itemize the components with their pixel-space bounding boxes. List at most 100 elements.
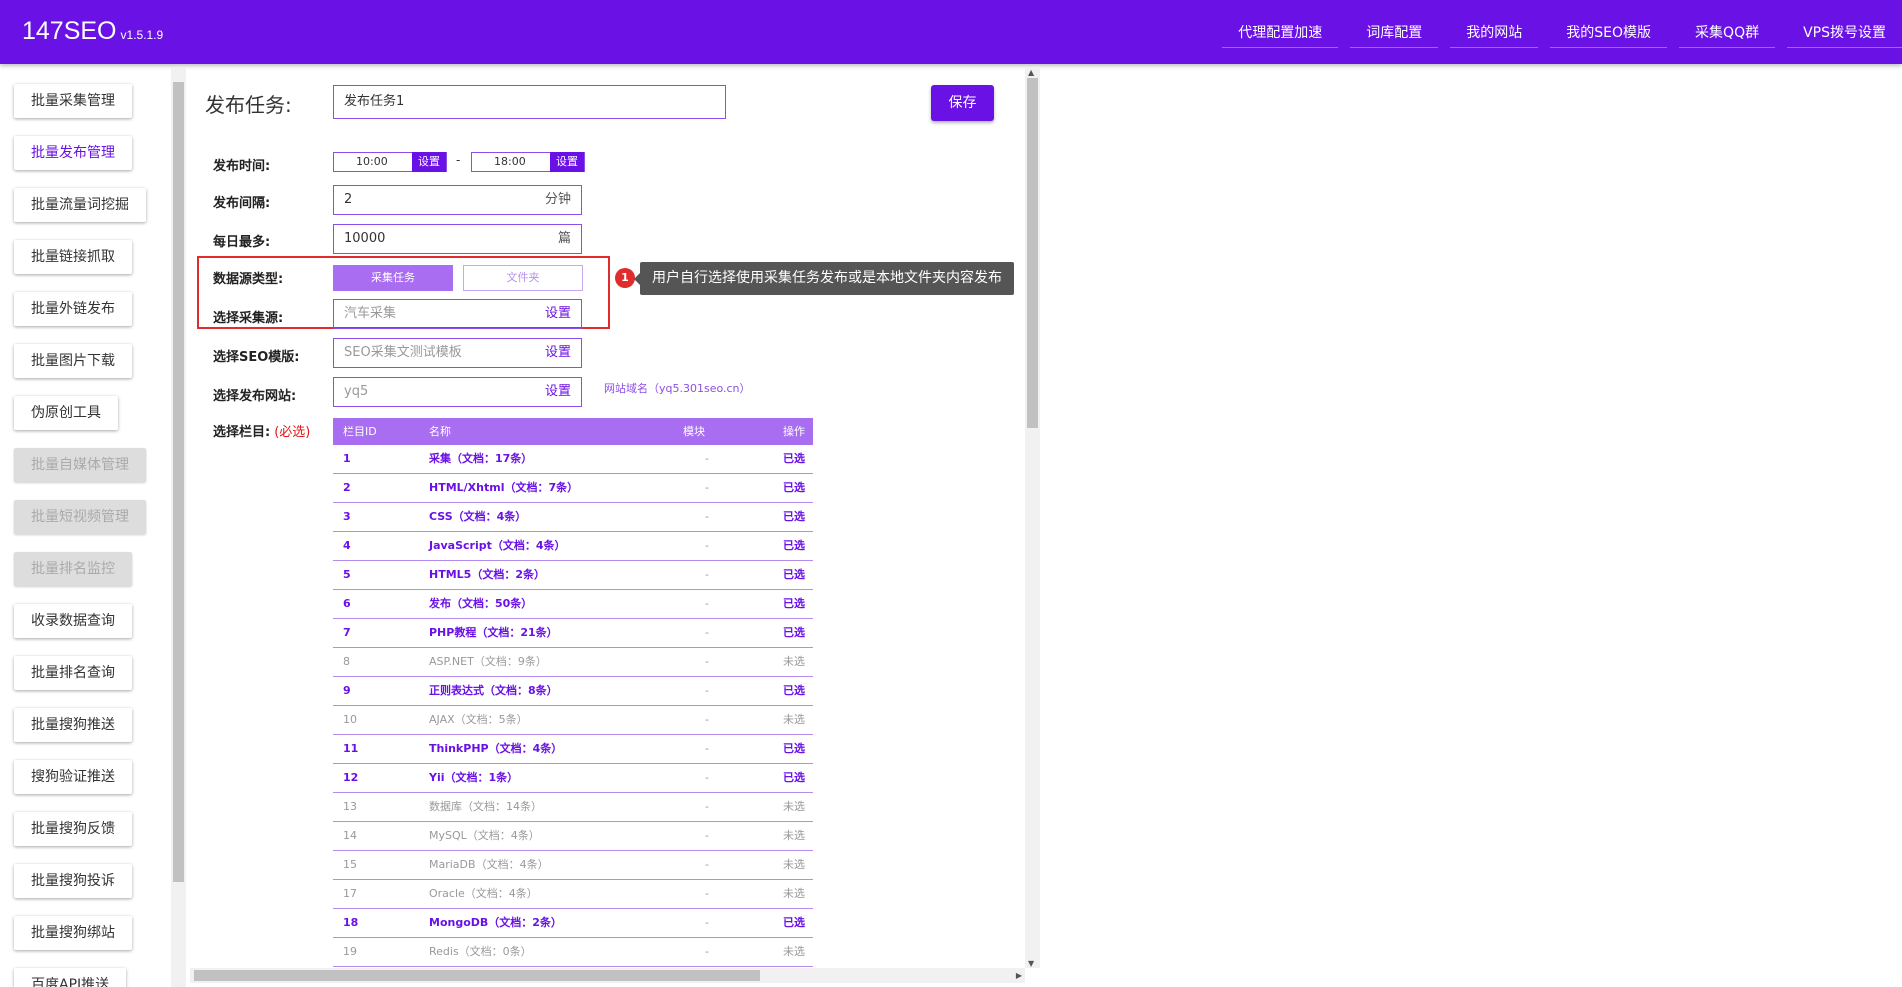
sidebar-item-batch-publish[interactable]: 批量发布管理 xyxy=(14,136,132,170)
collect-source-label: 选择采集源: xyxy=(213,311,284,326)
table-row[interactable]: 2 HTML/Xhtml（文档：7条） - 已选 xyxy=(333,474,813,503)
nav-collect-qq-group[interactable]: 采集QQ群 xyxy=(1679,17,1776,48)
sidebar-item-rank-query[interactable]: 批量排名查询 xyxy=(14,656,132,690)
sidebar-item-traffic-keywords[interactable]: 批量流量词挖掘 xyxy=(14,188,146,222)
row-action[interactable]: 已选 xyxy=(783,474,805,502)
interval-input[interactable]: 2 分钟 xyxy=(333,185,582,215)
seo-template-label: 选择SEO模版: xyxy=(213,350,300,365)
site-domain-link[interactable]: 网站域名（yq5.301seo.cn） xyxy=(604,380,751,396)
row-name: HTML/Xhtml（文档：7条） xyxy=(429,481,579,494)
row-name: MariaDB（文档：4条） xyxy=(429,858,549,871)
table-body: 1 采集（文档：17条） - 已选 2 HTML/Xhtml（文档：7条） - 已选 3 CSS（… xyxy=(333,445,813,967)
row-action[interactable]: 未选 xyxy=(783,822,805,850)
row-action[interactable]: 未选 xyxy=(783,648,805,676)
sidebar-item-sogou-feedback[interactable]: 批量搜狗反馈 xyxy=(14,812,132,846)
task-name-input[interactable]: 发布任务1 xyxy=(333,85,726,119)
row-action[interactable]: 未选 xyxy=(783,706,805,734)
table-row[interactable]: 18 MongoDB（文档：2条） - 已选 xyxy=(333,909,813,938)
row-action[interactable]: 已选 xyxy=(783,561,805,589)
row-action[interactable]: 已选 xyxy=(783,532,805,560)
row-action[interactable]: 已选 xyxy=(783,735,805,763)
row-action[interactable]: 未选 xyxy=(783,793,805,821)
table-row[interactable]: 14 MySQL（文档：4条） - 未选 xyxy=(333,822,813,851)
sidebar-item-index-query[interactable]: 收录数据查询 xyxy=(14,604,132,638)
row-action[interactable]: 未选 xyxy=(783,851,805,879)
row-id: 12 xyxy=(343,771,359,784)
sidebar-item-sogou-push[interactable]: 批量搜狗推送 xyxy=(14,708,132,742)
row-action[interactable]: 已选 xyxy=(783,445,805,473)
table-row[interactable]: 11 ThinkPHP（文档：4条） - 已选 xyxy=(333,735,813,764)
start-time-set-button[interactable]: 设置 xyxy=(412,152,446,172)
table-row[interactable]: 8 ASP.NET（文档：9条） - 未选 xyxy=(333,648,813,677)
sidebar-item-pseudo-original[interactable]: 伪原创工具 xyxy=(14,396,118,430)
publish-site-input[interactable]: yq5 设置 xyxy=(333,377,582,407)
table-row[interactable]: 13 数据库（文档：14条） - 未选 xyxy=(333,793,813,822)
main-scrollbar-thumb[interactable] xyxy=(1027,78,1038,428)
row-module: - xyxy=(705,829,709,842)
end-time-input[interactable]: 18:00 设置 xyxy=(471,152,585,172)
row-name: PHP教程（文档：21条） xyxy=(429,626,558,639)
nav-proxy-config[interactable]: 代理配置加速 xyxy=(1222,17,1339,48)
horizontal-scrollbar[interactable]: ▶ xyxy=(190,968,1025,983)
row-action[interactable]: 未选 xyxy=(783,938,805,966)
row-action[interactable]: 已选 xyxy=(783,909,805,937)
table-row[interactable]: 15 MariaDB（文档：4条） - 未选 xyxy=(333,851,813,880)
table-row[interactable]: 6 发布（文档：50条） - 已选 xyxy=(333,590,813,619)
table-row[interactable]: 5 HTML5（文档：2条） - 已选 xyxy=(333,561,813,590)
seo-template-input[interactable]: SEO采集文测试模板 设置 xyxy=(333,338,582,368)
row-id: 19 xyxy=(343,945,357,958)
row-action[interactable]: 已选 xyxy=(783,590,805,618)
nav-my-sites[interactable]: 我的网站 xyxy=(1450,17,1539,48)
sidebar-item-image-download[interactable]: 批量图片下载 xyxy=(14,344,132,378)
row-action[interactable]: 未选 xyxy=(783,880,805,908)
main-scrollbar[interactable]: ▲ ▼ xyxy=(1025,68,1040,968)
daily-max-input[interactable]: 10000 篇 xyxy=(333,224,582,254)
sidebar-item-sogou-complaint[interactable]: 批量搜狗投诉 xyxy=(14,864,132,898)
header-column-id: 栏目ID xyxy=(343,425,377,438)
row-module: - xyxy=(705,684,709,697)
nav-lexicon-config[interactable]: 词库配置 xyxy=(1350,17,1439,48)
collect-source-set-button[interactable]: 设置 xyxy=(545,300,571,328)
nav-vps-dial-settings[interactable]: VPS拨号设置 xyxy=(1787,17,1902,48)
table-row[interactable]: 12 Yii（文档：1条） - 已选 xyxy=(333,764,813,793)
row-action[interactable]: 已选 xyxy=(783,619,805,647)
sidebar-item-sogou-bind-site[interactable]: 批量搜狗绑站 xyxy=(14,916,132,950)
sidebar-item-link-crawl[interactable]: 批量链接抓取 xyxy=(14,240,132,274)
nav-my-seo-templates[interactable]: 我的SEO模版 xyxy=(1550,17,1668,48)
table-row[interactable]: 10 AJAX（文档：5条） - 未选 xyxy=(333,706,813,735)
scroll-down-icon[interactable]: ▼ xyxy=(1028,959,1034,968)
table-row[interactable]: 7 PHP教程（文档：21条） - 已选 xyxy=(333,619,813,648)
row-name: Oracle（文档：4条） xyxy=(429,887,538,900)
publish-site-set-button[interactable]: 设置 xyxy=(545,378,571,406)
sidebar-item-batch-collect[interactable]: 批量采集管理 xyxy=(14,84,132,118)
scroll-up-icon[interactable]: ▲ xyxy=(1028,68,1034,77)
sidebar-item-baidu-api-push[interactable]: 百度API推送 xyxy=(14,968,127,987)
table-row[interactable]: 17 Oracle（文档：4条） - 未选 xyxy=(333,880,813,909)
row-action[interactable]: 已选 xyxy=(783,764,805,792)
sidebar-item-sogou-verify-push[interactable]: 搜狗验证推送 xyxy=(14,760,132,794)
row-id: 5 xyxy=(343,568,351,581)
save-button[interactable]: 保存 xyxy=(931,85,994,121)
sidebar-item-backlink-publish[interactable]: 批量外链发布 xyxy=(14,292,132,326)
scroll-right-icon[interactable]: ▶ xyxy=(1016,971,1022,980)
sidebar-item-short-video: 批量短视频管理 xyxy=(14,500,146,534)
table-row[interactable]: 19 Redis（文档：0条） - 未选 xyxy=(333,938,813,967)
sidebar-scrollbar-thumb[interactable] xyxy=(173,82,184,882)
row-action[interactable]: 已选 xyxy=(783,503,805,531)
source-type-collect-task[interactable]: 采集任务 xyxy=(333,265,453,291)
row-action[interactable]: 已选 xyxy=(783,677,805,705)
horizontal-scrollbar-thumb[interactable] xyxy=(194,970,760,981)
seo-template-set-button[interactable]: 设置 xyxy=(545,339,571,367)
start-time-input[interactable]: 10:00 设置 xyxy=(333,152,447,172)
end-time-set-button[interactable]: 设置 xyxy=(550,152,584,172)
daily-max-value: 10000 xyxy=(344,231,386,246)
publish-site-value: yq5 xyxy=(344,384,369,399)
sidebar-scrollbar[interactable] xyxy=(171,68,186,987)
collect-source-input[interactable]: 汽车采集 设置 xyxy=(333,299,582,329)
table-row[interactable]: 1 采集（文档：17条） - 已选 xyxy=(333,445,813,474)
source-type-folder[interactable]: 文件夹 xyxy=(463,265,583,291)
row-module: - xyxy=(705,452,709,465)
table-row[interactable]: 9 正则表达式（文档：8条） - 已选 xyxy=(333,677,813,706)
table-row[interactable]: 3 CSS（文档：4条） - 已选 xyxy=(333,503,813,532)
table-row[interactable]: 4 JavaScript（文档：4条） - 已选 xyxy=(333,532,813,561)
